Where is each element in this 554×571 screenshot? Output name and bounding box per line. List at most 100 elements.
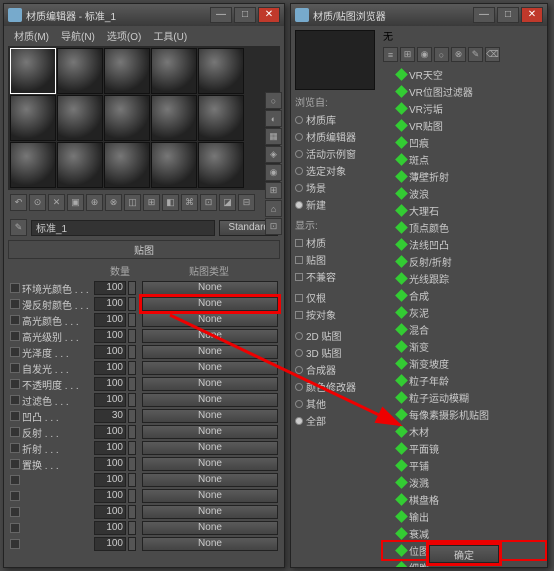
- map-slot-button[interactable]: None: [142, 377, 278, 391]
- tree-item[interactable]: VR天空: [383, 66, 545, 83]
- toolbar-icon[interactable]: ◪: [219, 194, 236, 211]
- map-amount-spinner[interactable]: 100: [94, 441, 126, 455]
- menu-options[interactable]: 选项(O): [101, 26, 147, 44]
- map-slot-button[interactable]: None: [142, 473, 278, 487]
- tree-item[interactable]: VR贴图: [383, 117, 545, 134]
- map-slot-button[interactable]: None: [142, 537, 278, 551]
- map-slot-button[interactable]: None: [142, 329, 278, 343]
- map-amount-spinner[interactable]: 100: [94, 345, 126, 359]
- tree-item[interactable]: 光线跟踪: [383, 270, 545, 287]
- minimize-button[interactable]: —: [473, 7, 495, 23]
- map-amount-spinner[interactable]: 100: [94, 457, 126, 471]
- map-amount-spinner[interactable]: 100: [94, 489, 126, 503]
- type-option[interactable]: 颜色修改器: [295, 378, 377, 395]
- view-icon[interactable]: ◉: [417, 47, 432, 62]
- tree-item[interactable]: 输出: [383, 508, 545, 525]
- tree-item[interactable]: 灰泥: [383, 304, 545, 321]
- material-slot[interactable]: [10, 48, 56, 94]
- material-slot[interactable]: [104, 95, 150, 141]
- tree-item[interactable]: 衰减: [383, 525, 545, 542]
- type-option[interactable]: 2D 贴图: [295, 327, 377, 344]
- spinner-buttons[interactable]: [128, 457, 136, 471]
- close-button[interactable]: ✕: [258, 7, 280, 23]
- titlebar[interactable]: 材质编辑器 - 标准_1 — □ ✕: [4, 4, 284, 26]
- spinner-buttons[interactable]: [128, 441, 136, 455]
- map-enable-checkbox[interactable]: [10, 523, 20, 533]
- toolbar-icon[interactable]: ⊟: [238, 194, 255, 211]
- map-amount-spinner[interactable]: 100: [94, 521, 126, 535]
- map-slot-button[interactable]: None: [142, 457, 278, 471]
- sample-tool-icon[interactable]: ⌂: [265, 200, 282, 217]
- map-slot-button[interactable]: None: [142, 489, 278, 503]
- map-enable-checkbox[interactable]: [10, 299, 20, 309]
- tree-item[interactable]: 泼溅: [383, 474, 545, 491]
- show-option[interactable]: 不兼容: [295, 268, 377, 285]
- spinner-buttons[interactable]: [128, 505, 136, 519]
- material-slot[interactable]: [198, 95, 244, 141]
- map-enable-checkbox[interactable]: [10, 475, 20, 485]
- map-slot-button[interactable]: None: [142, 281, 278, 295]
- tree-item[interactable]: 大理石: [383, 202, 545, 219]
- maximize-button[interactable]: □: [234, 7, 256, 23]
- view-icon[interactable]: ✎: [468, 47, 483, 62]
- map-enable-checkbox[interactable]: [10, 507, 20, 517]
- map-amount-spinner[interactable]: 100: [94, 313, 126, 327]
- map-enable-checkbox[interactable]: [10, 539, 20, 549]
- spinner-buttons[interactable]: [128, 393, 136, 407]
- map-amount-spinner[interactable]: 100: [94, 377, 126, 391]
- toolbar-icon[interactable]: ⌘: [181, 194, 198, 211]
- map-amount-spinner[interactable]: 100: [94, 281, 126, 295]
- spinner-buttons[interactable]: [128, 377, 136, 391]
- tree-item[interactable]: 凹痕: [383, 134, 545, 151]
- type-option[interactable]: 合成器: [295, 361, 377, 378]
- tree-item[interactable]: 反射/折射: [383, 253, 545, 270]
- material-slot[interactable]: [104, 142, 150, 188]
- filter-dropdown[interactable]: 无: [383, 28, 545, 43]
- browse-option[interactable]: 材质库: [295, 111, 377, 128]
- sample-tool-icon[interactable]: ◉: [265, 164, 282, 181]
- type-option[interactable]: 其他: [295, 395, 377, 412]
- tree-item[interactable]: 薄壁折射: [383, 168, 545, 185]
- map-slot-button[interactable]: None: [142, 345, 278, 359]
- filter-option[interactable]: 按对象: [295, 306, 377, 323]
- tree-item[interactable]: 波浪: [383, 185, 545, 202]
- spinner-buttons[interactable]: [128, 425, 136, 439]
- toolbar-icon[interactable]: ⊞: [143, 194, 160, 211]
- spinner-buttons[interactable]: [128, 521, 136, 535]
- minimize-button[interactable]: —: [210, 7, 232, 23]
- material-slot[interactable]: [198, 48, 244, 94]
- tree-item[interactable]: 渐变: [383, 338, 545, 355]
- tree-item[interactable]: 平铺: [383, 457, 545, 474]
- tree-item[interactable]: 平面镜: [383, 440, 545, 457]
- map-enable-checkbox[interactable]: [10, 331, 20, 341]
- spinner-buttons[interactable]: [128, 345, 136, 359]
- browse-option[interactable]: 选定对象: [295, 162, 377, 179]
- view-icon[interactable]: ⊗: [451, 47, 466, 62]
- spinner-buttons[interactable]: [128, 473, 136, 487]
- map-amount-spinner[interactable]: 30: [94, 409, 126, 423]
- map-slot-button[interactable]: None: [142, 361, 278, 375]
- map-enable-checkbox[interactable]: [10, 443, 20, 453]
- view-icon[interactable]: ≡: [383, 47, 398, 62]
- toolbar-icon[interactable]: ⊙: [29, 194, 46, 211]
- type-option[interactable]: 3D 贴图: [295, 344, 377, 361]
- map-enable-checkbox[interactable]: [10, 347, 20, 357]
- sample-tool-icon[interactable]: ⊞: [265, 182, 282, 199]
- spinner-buttons[interactable]: [128, 537, 136, 551]
- toolbar-icon[interactable]: ◧: [162, 194, 179, 211]
- map-amount-spinner[interactable]: 100: [94, 329, 126, 343]
- browse-option[interactable]: 场景: [295, 179, 377, 196]
- tree-item[interactable]: VR污垢: [383, 100, 545, 117]
- toolbar-icon[interactable]: ✕: [48, 194, 65, 211]
- map-enable-checkbox[interactable]: [10, 363, 20, 373]
- material-slot[interactable]: [10, 142, 56, 188]
- show-option[interactable]: 贴图: [295, 251, 377, 268]
- map-enable-checkbox[interactable]: [10, 315, 20, 325]
- material-name-input[interactable]: [31, 220, 215, 236]
- tree-item[interactable]: 每像素摄影机贴图: [383, 406, 545, 423]
- map-amount-spinner[interactable]: 100: [94, 393, 126, 407]
- map-enable-checkbox[interactable]: [10, 427, 20, 437]
- filter-option[interactable]: 仅根: [295, 289, 377, 306]
- tree-item[interactable]: 合成: [383, 287, 545, 304]
- map-slot-button[interactable]: None: [142, 521, 278, 535]
